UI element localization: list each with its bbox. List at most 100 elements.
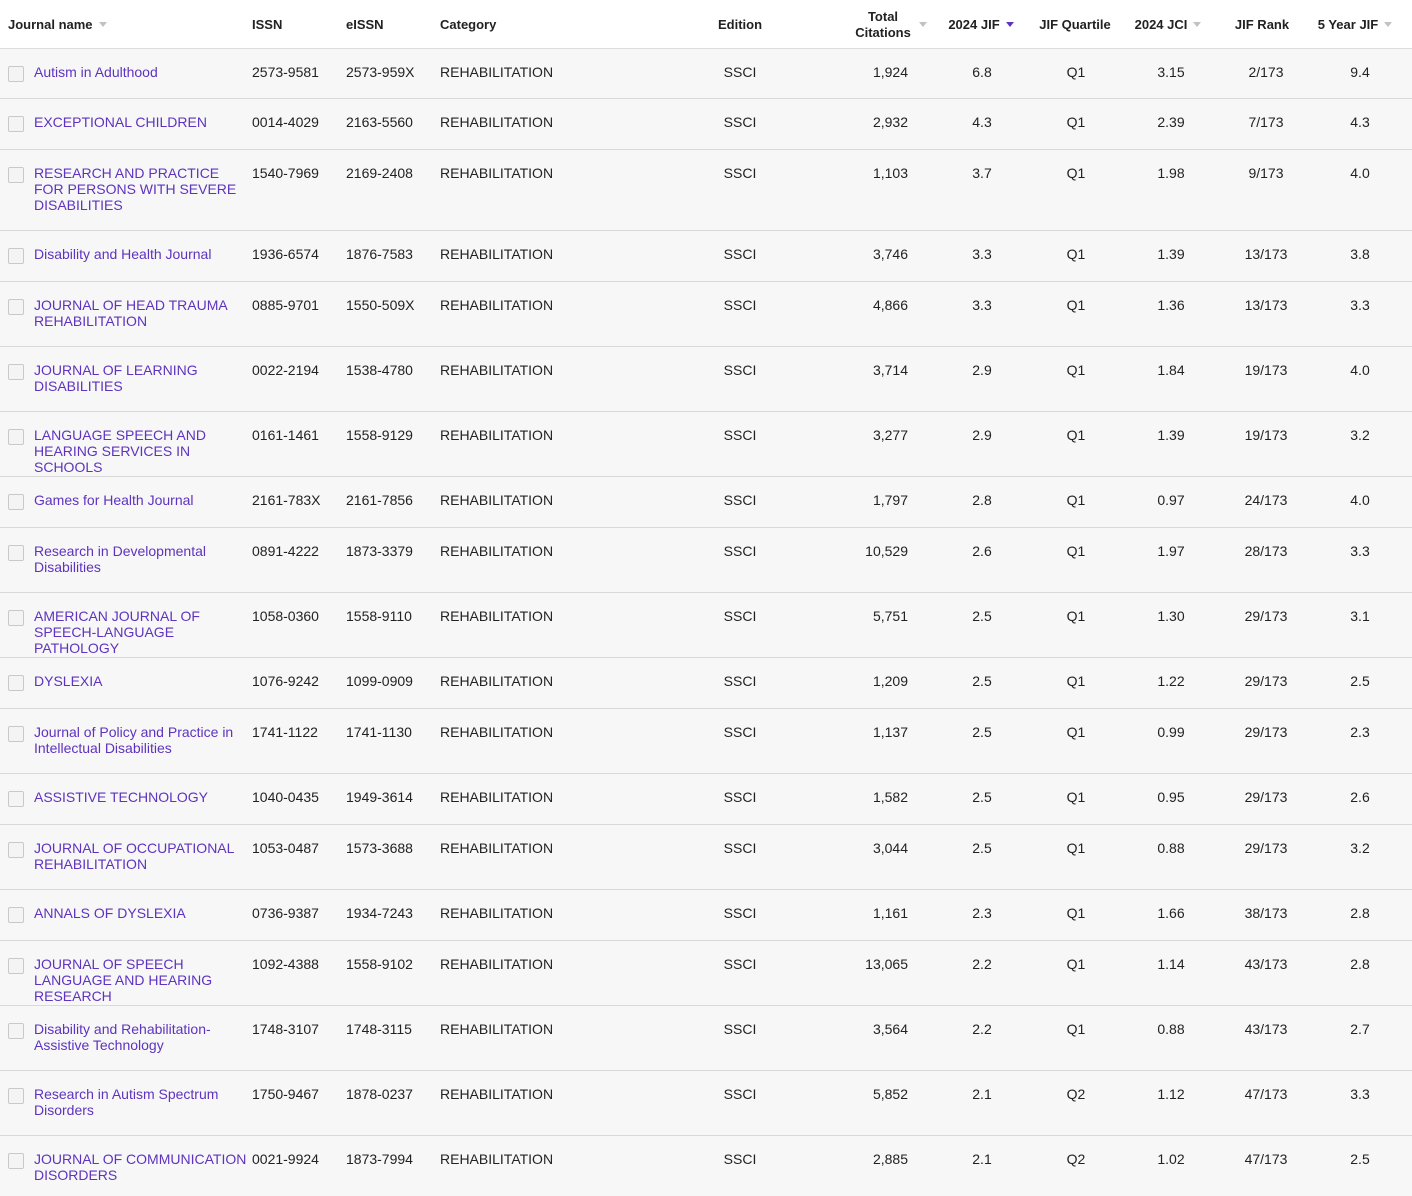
five-year-jif-cell: 2.8 [1350,956,1370,972]
sort-caret-icon[interactable] [1384,22,1393,27]
journal-name-link[interactable]: Research in Developmental Disabilities [34,543,252,575]
sort-caret-icon[interactable] [98,22,107,27]
journal-name-link[interactable]: Disability and Health Journal [34,246,252,262]
jci-cell: 1.39 [1157,427,1185,443]
row-checkbox[interactable] [8,494,24,510]
journal-name-link[interactable]: Journal of Policy and Practice in Intell… [34,724,252,756]
jif-quartile-cell: Q1 [1066,114,1086,130]
journal-name-link[interactable]: Research in Autism Spectrum Disorders [34,1086,252,1118]
table-row: JOURNAL OF HEAD TRAUMA REHABILITATION 088… [0,282,1412,347]
edition-cell: SSCI [723,165,757,181]
jif-rank-cell: 29/173 [1244,673,1288,689]
row-checkbox[interactable] [8,1153,24,1169]
jif-cell: 2.5 [972,789,992,805]
header-5-year-jif[interactable]: 5 Year JIF [1310,0,1400,49]
row-checkbox[interactable] [8,167,24,183]
journal-name-link[interactable]: ASSISTIVE TECHNOLOGY [34,789,252,805]
row-checkbox[interactable] [8,248,24,264]
row-checkbox[interactable] [8,907,24,923]
issn-cell: 0161-1461 [252,427,319,443]
category-cell: REHABILITATION [440,840,554,856]
row-checkbox[interactable] [8,545,24,561]
jif-quartile-cell: Q1 [1066,543,1086,559]
row-checkbox[interactable] [8,958,24,974]
jif-rank-cell: 43/173 [1244,1021,1288,1037]
issn-cell: 1053-0487 [252,840,319,856]
table-header: Journal name ISSN eISSN Category Edition… [0,0,1412,49]
row-checkbox[interactable] [8,299,24,315]
total-citations-cell: 1,137 [872,724,908,740]
jif-rank-cell: 28/173 [1244,543,1288,559]
eissn-cell: 1538-4780 [346,362,413,378]
jif-rank-cell: 2/173 [1248,64,1284,80]
journal-name-link[interactable]: JOURNAL OF SPEECH LANGUAGE AND HEARING R… [34,956,252,1004]
journal-name-link[interactable]: Disability and Rehabilitation-Assistive … [34,1021,252,1053]
journal-name-link[interactable]: EXCEPTIONAL CHILDREN [34,114,252,130]
journal-name-link[interactable]: LANGUAGE SPEECH AND HEARING SERVICES IN … [34,427,252,475]
table-row: RESEARCH AND PRACTICE FOR PERSONS WITH S… [0,150,1412,231]
header-jif-quartile: JIF Quartile [1030,0,1120,49]
header-journal-name[interactable]: Journal name [8,0,238,49]
five-year-jif-cell: 3.3 [1350,543,1370,559]
row-checkbox[interactable] [8,429,24,445]
issn-cell: 0014-4029 [252,114,319,130]
journal-name-link[interactable]: ANNALS OF DYSLEXIA [34,905,252,921]
journal-name-link[interactable]: JOURNAL OF HEAD TRAUMA REHABILITATION [34,297,252,329]
row-checkbox[interactable] [8,364,24,380]
jif-cell: 2.5 [972,608,992,624]
header-2024-jif[interactable]: 2024 JIF [938,0,1024,49]
total-citations-cell: 1,924 [872,64,908,80]
jif-cell: 2.2 [972,1021,992,1037]
jci-cell: 1.30 [1157,608,1185,624]
row-checkbox[interactable] [8,842,24,858]
header-2024-jci[interactable]: 2024 JCI [1126,0,1210,49]
table-row: LANGUAGE SPEECH AND HEARING SERVICES IN … [0,412,1412,477]
eissn-cell: 2573-959X [346,64,415,80]
row-checkbox[interactable] [8,791,24,807]
eissn-cell: 1878-0237 [346,1086,413,1102]
jif-quartile-cell: Q1 [1066,789,1086,805]
sort-caret-active-icon[interactable] [1005,22,1014,27]
row-checkbox[interactable] [8,116,24,132]
eissn-cell: 1741-1130 [346,724,412,740]
row-checkbox[interactable] [8,610,24,626]
sort-caret-icon[interactable] [1193,22,1202,27]
jci-cell: 1.66 [1157,905,1185,921]
journal-name-link[interactable]: JOURNAL OF OCCUPATIONAL REHABILITATION [34,840,252,872]
total-citations-cell: 1,103 [872,165,908,181]
header-total-citations[interactable]: Total Citations [840,0,940,49]
row-checkbox[interactable] [8,1088,24,1104]
row-checkbox[interactable] [8,66,24,82]
category-cell: REHABILITATION [440,362,554,378]
jci-cell: 1.97 [1157,543,1185,559]
sort-caret-icon[interactable] [919,22,927,27]
issn-cell: 1076-9242 [252,673,319,689]
journal-name-link[interactable]: DYSLEXIA [34,673,252,689]
row-checkbox[interactable] [8,726,24,742]
jci-cell: 3.15 [1157,64,1185,80]
jif-quartile-cell: Q1 [1066,956,1086,972]
category-cell: REHABILITATION [440,543,554,559]
edition-cell: SSCI [723,543,757,559]
table-row: DYSLEXIA 1076-9242 1099-0909 REHABILITATION… [0,658,1412,709]
journal-name-link[interactable]: Autism in Adulthood [34,64,252,80]
jif-rank-cell: 13/173 [1244,297,1288,313]
table-row: EXCEPTIONAL CHILDREN 0014-4029 2163-5560 RE… [0,99,1412,150]
journal-name-link[interactable]: AMERICAN JOURNAL OF SPEECH-LANGUAGE PATH… [34,608,252,656]
jif-quartile-cell: Q1 [1066,492,1086,508]
journal-name-link[interactable]: JOURNAL OF LEARNING DISABILITIES [34,362,252,394]
issn-cell: 0885-9701 [252,297,319,313]
journal-name-link[interactable]: RESEARCH AND PRACTICE FOR PERSONS WITH S… [34,165,252,213]
journal-name-link[interactable]: Games for Health Journal [34,492,252,508]
edition-cell: SSCI [723,1086,757,1102]
jif-cell: 6.8 [972,64,992,80]
issn-cell: 1936-6574 [252,246,319,262]
jif-cell: 2.1 [972,1086,992,1102]
journal-name-link[interactable]: JOURNAL OF COMMUNICATION DISORDERS [34,1151,252,1183]
five-year-jif-cell: 9.4 [1350,64,1370,80]
jif-rank-cell: 7/173 [1248,114,1284,130]
row-checkbox[interactable] [8,675,24,691]
row-checkbox[interactable] [8,1023,24,1039]
issn-cell: 1058-0360 [252,608,319,624]
header-journal-name-label: Journal name [8,16,93,32]
